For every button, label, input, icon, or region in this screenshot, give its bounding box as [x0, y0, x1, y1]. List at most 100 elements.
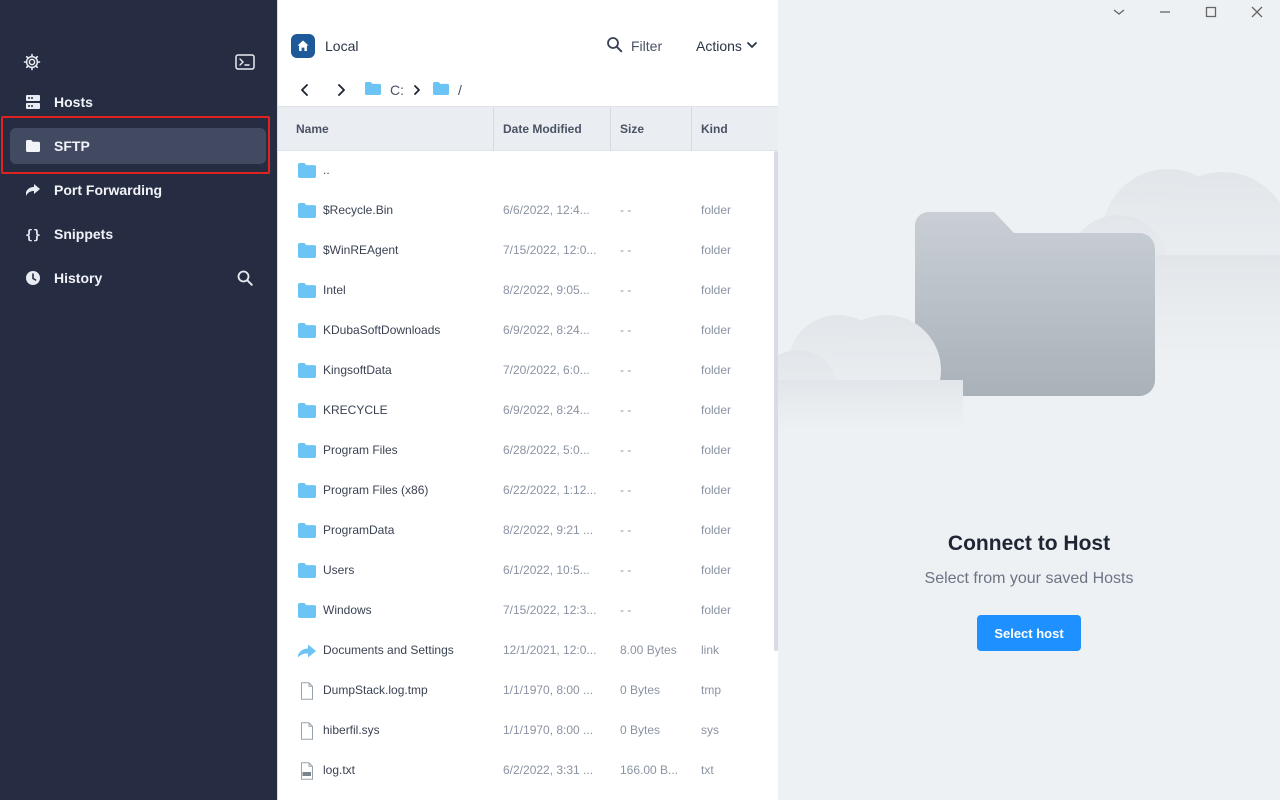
- file-row[interactable]: ..: [278, 151, 774, 191]
- path-segment-root[interactable]: /: [432, 81, 462, 99]
- filter-button[interactable]: Filter: [606, 36, 662, 56]
- file-row[interactable]: Users 6/1/2022, 10:5... - - folder: [278, 551, 774, 591]
- column-header-size[interactable]: Size: [610, 107, 691, 151]
- file-size: - -: [620, 323, 632, 337]
- file-size: - -: [620, 483, 632, 497]
- file-size: - -: [620, 203, 632, 217]
- file-row[interactable]: $WinREAgent 7/15/2022, 12:0... - - folder: [278, 231, 774, 271]
- select-host-button[interactable]: Select host: [977, 615, 1081, 651]
- folder-icon: [24, 137, 42, 155]
- folder-icon: [297, 362, 317, 380]
- file-name: log.txt: [323, 763, 356, 777]
- folder-icon: [297, 242, 317, 260]
- folder-icon: [432, 81, 450, 99]
- column-header-name[interactable]: Name: [287, 107, 493, 151]
- port-forward-icon: [24, 181, 42, 199]
- file-row[interactable]: log.txt 6/2/2022, 3:31 ... 166.00 B... txt: [278, 751, 774, 791]
- sidebar-item-label: History: [54, 270, 103, 286]
- column-header-kind[interactable]: Kind: [691, 107, 778, 151]
- file-size: - -: [620, 603, 632, 617]
- file-row[interactable]: KRECYCLE 6/9/2022, 8:24... - - folder: [278, 391, 774, 431]
- file-row[interactable]: Intel 8/2/2022, 9:05... - - folder: [278, 271, 774, 311]
- file-date-modified: 6/1/2022, 10:5...: [503, 563, 590, 577]
- back-button[interactable]: [292, 78, 318, 102]
- sidebar: Hosts SFTP Port Forwarding {} Snippets H…: [0, 0, 277, 800]
- file-name: KDubaSoftDownloads: [323, 323, 441, 337]
- file-row[interactable]: Program Files 6/28/2022, 5:0... - - folder: [278, 431, 774, 471]
- file-kind: txt: [701, 763, 714, 777]
- terminal-icon[interactable]: [235, 54, 255, 70]
- sidebar-item-history[interactable]: History: [10, 260, 266, 296]
- folder-icon: [297, 162, 317, 180]
- sidebar-item-label: Hosts: [54, 94, 93, 110]
- file-name: $WinREAgent: [323, 243, 399, 257]
- file-row[interactable]: KingsoftData 7/20/2022, 6:0... - - folder: [278, 351, 774, 391]
- path-segment-drive[interactable]: C:: [364, 81, 404, 99]
- file-row[interactable]: hiberfil.sys 1/1/1970, 8:00 ... 0 Bytes sys: [278, 711, 774, 751]
- panel-header: Local Filter Actions C: /: [278, 0, 778, 106]
- file-kind: folder: [701, 443, 732, 457]
- file-kind: folder: [701, 603, 732, 617]
- file-row[interactable]: Documents and Settings 12/1/2021, 12:0...…: [278, 631, 774, 671]
- actions-label: Actions: [696, 38, 742, 54]
- sidebar-item-label: Port Forwarding: [54, 182, 163, 198]
- file-row[interactable]: Windows 7/15/2022, 12:3... - - folder: [278, 591, 774, 631]
- file-name: DumpStack.log.tmp: [323, 683, 428, 697]
- file-size: - -: [620, 443, 632, 457]
- actions-menu-button[interactable]: Actions: [696, 38, 758, 54]
- file-date-modified: 6/22/2022, 1:12...: [503, 483, 597, 497]
- file-kind: folder: [701, 243, 732, 257]
- path-bar: C: /: [292, 78, 462, 102]
- maximize-icon[interactable]: [1203, 4, 1219, 20]
- file-size: - -: [620, 243, 632, 257]
- minimize-icon[interactable]: [1157, 4, 1173, 20]
- chevron-down-icon[interactable]: [1111, 4, 1127, 20]
- close-icon[interactable]: [1249, 4, 1265, 20]
- file-row[interactable]: ProgramData 8/2/2022, 9:21 ... - - folder: [278, 511, 774, 551]
- file-name: Program Files: [323, 443, 398, 457]
- file-name: Windows: [323, 603, 372, 617]
- gear-icon[interactable]: [22, 52, 42, 72]
- file-date-modified: 12/1/2021, 12:0...: [503, 643, 597, 657]
- file-kind: tmp: [701, 683, 722, 697]
- file-date-modified: 7/15/2022, 12:0...: [503, 243, 597, 257]
- path-segment-label: /: [458, 82, 462, 98]
- panel-title: Local: [325, 38, 359, 54]
- file-date-modified: 8/2/2022, 9:21 ...: [503, 523, 594, 537]
- svg-text:{}: {}: [25, 228, 41, 242]
- sidebar-item-sftp[interactable]: SFTP: [10, 128, 266, 164]
- file-kind: folder: [701, 363, 732, 377]
- file-name: KingsoftData: [323, 363, 392, 377]
- sidebar-item-snippets[interactable]: {} Snippets: [10, 216, 266, 252]
- file-name: Documents and Settings: [323, 643, 454, 657]
- file-date-modified: 8/2/2022, 9:05...: [503, 283, 590, 297]
- file-size: 0 Bytes: [620, 683, 661, 697]
- folder-icon: [297, 522, 317, 540]
- sidebar-item-hosts[interactable]: Hosts: [10, 84, 266, 120]
- file-row[interactable]: DumpStack.log.tmp 1/1/1970, 8:00 ... 0 Byt…: [278, 671, 774, 711]
- file-kind: folder: [701, 403, 732, 417]
- search-icon[interactable]: [236, 269, 254, 287]
- file-date-modified: 6/9/2022, 8:24...: [503, 403, 590, 417]
- file-row[interactable]: $Recycle.Bin 6/6/2022, 12:4... - - folder: [278, 191, 774, 231]
- sftp-local-panel: Local Filter Actions C: / Name Date Modi…: [277, 0, 778, 800]
- home-icon: [291, 34, 315, 58]
- column-header-date[interactable]: Date Modified: [493, 107, 610, 151]
- file-kind: sys: [701, 723, 719, 737]
- file-row[interactable]: Program Files (x86) 6/22/2022, 1:12... - -…: [278, 471, 774, 511]
- connect-pane: Connect to Host Select from your saved H…: [778, 0, 1280, 800]
- sidebar-item-port-forwarding[interactable]: Port Forwarding: [10, 172, 266, 208]
- file-date-modified: 6/28/2022, 5:0...: [503, 443, 590, 457]
- file-size: - -: [620, 563, 632, 577]
- file-name: ProgramData: [323, 523, 395, 537]
- sidebar-top-bar: [22, 52, 255, 76]
- file-kind: folder: [701, 203, 732, 217]
- forward-button[interactable]: [328, 78, 354, 102]
- file-row[interactable]: KDubaSoftDownloads 6/9/2022, 8:24... - - fo…: [278, 311, 774, 351]
- file-size: 166.00 B...: [620, 763, 679, 777]
- file-date-modified: 6/2/2022, 3:31 ...: [503, 763, 594, 777]
- folder-icon: [297, 562, 317, 580]
- hosts-icon: [24, 93, 42, 111]
- braces-icon: {}: [24, 225, 42, 243]
- folder-icon: [297, 322, 317, 340]
